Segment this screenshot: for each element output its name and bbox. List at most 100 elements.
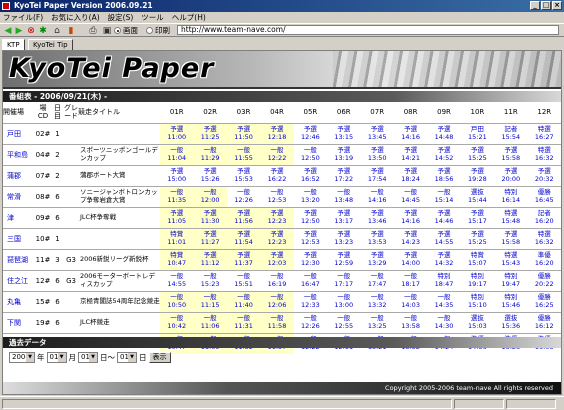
race-cell[interactable]: 予選 11:25 bbox=[193, 122, 227, 144]
menu-help[interactable]: ヘルプ(H) bbox=[172, 12, 206, 23]
menu-settings[interactable]: 設定(S) bbox=[108, 12, 134, 23]
race-cell[interactable]: 一般 11:55 bbox=[226, 143, 261, 165]
show-button[interactable]: 表示 bbox=[148, 351, 171, 363]
race-cell[interactable]: 予選 14:16 bbox=[393, 122, 428, 144]
race-cell[interactable]: 予選 13:46 bbox=[360, 206, 394, 228]
race-cell[interactable]: 一般 10:50 bbox=[160, 290, 194, 312]
race-cell[interactable]: 一般 15:23 bbox=[193, 269, 227, 291]
race-cell[interactable]: 一般 11:04 bbox=[160, 143, 194, 165]
race-cell[interactable]: 選抜 15:44 bbox=[460, 185, 495, 207]
race-cell[interactable]: 特別 16:14 bbox=[494, 185, 528, 207]
race-cell[interactable]: 一般 12:00 bbox=[193, 185, 227, 207]
race-cell[interactable]: 予選 14:00 bbox=[393, 248, 428, 270]
race-cell[interactable]: 予選 14:48 bbox=[427, 122, 461, 144]
race-cell[interactable]: 一般 16:19 bbox=[260, 269, 294, 291]
race-cell[interactable]: 一般 13:20 bbox=[293, 185, 328, 207]
race-cell[interactable]: 一般 12:53 bbox=[260, 185, 294, 207]
race-cell[interactable]: 一般 15:14 bbox=[427, 185, 461, 207]
race-cell[interactable]: 一般 17:17 bbox=[327, 269, 361, 291]
race-cell[interactable]: 一般 14:03 bbox=[393, 290, 428, 312]
print-mode-radio[interactable] bbox=[146, 27, 153, 34]
race-cell[interactable]: 予選 13:17 bbox=[327, 206, 361, 228]
race-cell[interactable]: 予選 15:26 bbox=[193, 164, 227, 186]
race-cell[interactable]: 特賞 15:07 bbox=[460, 248, 495, 270]
race-cell[interactable]: 予選 13:23 bbox=[327, 227, 361, 249]
race-cell[interactable]: 一般 14:35 bbox=[427, 290, 461, 312]
race-cell[interactable]: 予選 12:59 bbox=[327, 248, 361, 270]
race-cell[interactable]: 予選 12:23 bbox=[260, 206, 294, 228]
race-cell[interactable]: 予選 15:58 bbox=[494, 227, 528, 249]
race-cell[interactable]: 優勝 16:45 bbox=[527, 185, 561, 207]
race-cell[interactable]: 予選 14:21 bbox=[393, 143, 428, 165]
race-cell[interactable]: 一般 12:55 bbox=[327, 311, 361, 333]
forward-icon[interactable]: ▶ bbox=[14, 26, 24, 36]
venue-link[interactable]: 常滑 bbox=[3, 185, 36, 207]
race-cell[interactable]: 一般 12:50 bbox=[293, 143, 328, 165]
race-cell[interactable]: 一般 10:42 bbox=[160, 311, 194, 333]
race-cell[interactable]: 一般 12:33 bbox=[293, 290, 328, 312]
race-cell[interactable]: 予選 11:37 bbox=[226, 248, 261, 270]
race-cell[interactable]: 優勝 16:25 bbox=[527, 290, 561, 312]
race-cell[interactable]: 予選 15:00 bbox=[160, 164, 194, 186]
race-cell[interactable]: 一般 16:47 bbox=[293, 269, 328, 291]
race-cell[interactable]: 特賞 11:01 bbox=[160, 227, 194, 249]
race-cell[interactable]: 一般 13:48 bbox=[327, 185, 361, 207]
race-cell[interactable]: 一般 12:26 bbox=[293, 311, 328, 333]
race-cell[interactable]: 予選 12:46 bbox=[293, 122, 328, 144]
book-icon[interactable]: ▮ bbox=[66, 26, 76, 36]
race-cell[interactable]: 選抜 15:36 bbox=[494, 311, 528, 333]
race-cell[interactable]: 一般 13:00 bbox=[327, 290, 361, 312]
race-cell[interactable]: 一般 12:06 bbox=[260, 290, 294, 312]
month-select[interactable]: 01 bbox=[46, 351, 67, 363]
race-cell[interactable]: 予選 11:30 bbox=[193, 206, 227, 228]
maximize-button[interactable]: □ bbox=[541, 1, 551, 10]
race-cell[interactable]: 一般 17:47 bbox=[360, 269, 394, 291]
race-cell[interactable]: 一般 13:58 bbox=[393, 311, 428, 333]
race-cell[interactable]: 一般12:22 bbox=[260, 143, 294, 165]
venue-link[interactable]: 平和島 bbox=[3, 143, 36, 165]
race-cell[interactable]: 予選 17:22 bbox=[327, 164, 361, 186]
race-cell[interactable]: 特賞 10:47 bbox=[160, 248, 194, 270]
race-cell[interactable]: 記者 16:20 bbox=[527, 206, 561, 228]
race-cell[interactable]: 予選 19:28 bbox=[460, 164, 495, 186]
race-cell[interactable]: 一般 14:30 bbox=[427, 311, 461, 333]
race-cell[interactable]: 特選 15:43 bbox=[494, 248, 528, 270]
race-cell[interactable]: 予選 18:56 bbox=[427, 164, 461, 186]
race-cell[interactable]: 記者 15:54 bbox=[494, 122, 528, 144]
race-cell[interactable]: 予選 11:54 bbox=[226, 227, 261, 249]
url-field[interactable]: http://www.team-nave.com/ bbox=[177, 25, 559, 35]
race-cell[interactable]: 予選 18:24 bbox=[393, 164, 428, 186]
day-to-select[interactable]: 01 bbox=[117, 351, 137, 363]
race-cell[interactable]: 予選 14:52 bbox=[427, 143, 461, 165]
venue-link[interactable]: 下関 bbox=[3, 311, 36, 333]
race-cell[interactable]: 優勝 16:12 bbox=[527, 311, 561, 333]
race-cell[interactable]: 一般 15:51 bbox=[226, 269, 261, 291]
race-cell[interactable]: 予選 14:16 bbox=[393, 206, 428, 228]
race-cell[interactable]: 予選 11:12 bbox=[193, 248, 227, 270]
race-cell[interactable]: 特選 16:32 bbox=[527, 227, 561, 249]
race-cell[interactable]: 予選 12:23 bbox=[260, 227, 294, 249]
race-cell[interactable]: 予選 13:45 bbox=[360, 122, 394, 144]
race-cell[interactable]: 予選 11:05 bbox=[160, 206, 194, 228]
screen-mode-radio[interactable] bbox=[114, 27, 121, 34]
race-cell[interactable]: 予選 20:32 bbox=[527, 164, 561, 186]
race-cell[interactable]: 一般 18:17 bbox=[393, 269, 428, 291]
race-cell[interactable]: 予選 16:22 bbox=[260, 164, 294, 186]
race-cell[interactable]: 一般 11:06 bbox=[193, 311, 227, 333]
race-cell[interactable]: 一般 14:16 bbox=[360, 185, 394, 207]
race-cell[interactable]: 特別 19:47 bbox=[494, 269, 528, 291]
race-cell[interactable]: 予選 15:25 bbox=[460, 143, 495, 165]
race-cell[interactable]: 特別 18:47 bbox=[427, 269, 461, 291]
minimize-button[interactable]: _ bbox=[530, 1, 540, 10]
year-select[interactable]: 2006 bbox=[9, 351, 35, 363]
race-cell[interactable]: 予選 12:18 bbox=[260, 122, 294, 144]
refresh-icon[interactable]: ✱ bbox=[38, 26, 48, 36]
race-cell[interactable]: 予選 13:19 bbox=[327, 143, 361, 165]
race-cell[interactable]: 予選 14:46 bbox=[427, 206, 461, 228]
race-cell[interactable]: 一般 14:45 bbox=[393, 185, 428, 207]
venue-link[interactable]: 三国 bbox=[3, 227, 36, 249]
race-cell[interactable]: 予選 16:52 bbox=[293, 164, 328, 186]
save-icon[interactable]: ▣ bbox=[102, 26, 112, 36]
race-cell[interactable]: 予選 13:53 bbox=[360, 227, 394, 249]
race-cell[interactable]: 予選 11:50 bbox=[226, 122, 261, 144]
